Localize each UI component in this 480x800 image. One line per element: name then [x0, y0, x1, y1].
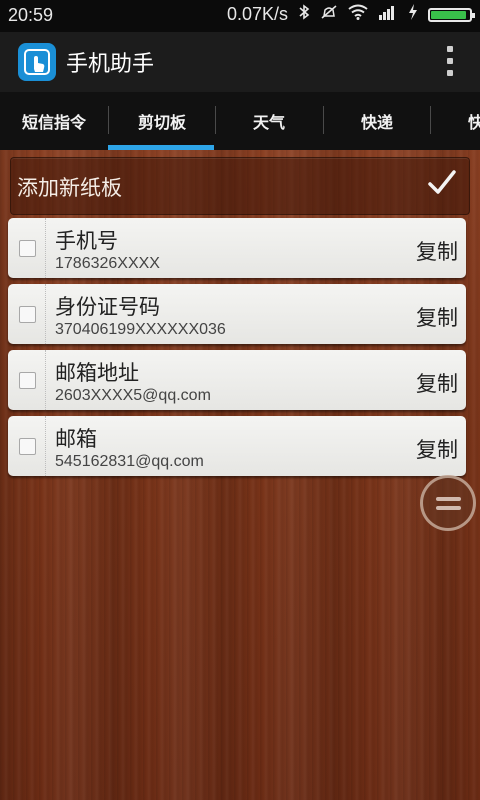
clip-title: 邮箱地址 — [55, 361, 139, 385]
clip-value: 545162831@qq.com — [55, 453, 204, 470]
wifi-icon — [348, 4, 368, 25]
copy-button[interactable]: 复制 — [416, 236, 458, 266]
clip-divider — [45, 416, 46, 476]
clip-checkbox[interactable] — [19, 438, 36, 455]
tab-sms-commands[interactable]: 短信指令 — [0, 92, 108, 150]
clip-card[interactable]: 手机号 1786326XXXX 复制 — [8, 218, 466, 278]
clip-title: 邮箱 — [55, 427, 97, 451]
mute-icon — [320, 4, 338, 25]
menu-line-icon — [436, 497, 461, 501]
clip-card[interactable]: 邮箱地址 2603XXXX5@qq.com 复制 — [8, 350, 466, 410]
add-clipboard-label: 添加新纸板 — [17, 176, 122, 200]
charging-icon — [408, 4, 418, 25]
clip-divider — [45, 218, 46, 278]
app-title: 手机助手 — [66, 52, 155, 77]
tab-weather[interactable]: 天气 — [215, 92, 323, 150]
floating-menu-button[interactable] — [420, 475, 476, 531]
clip-title: 手机号 — [55, 229, 118, 253]
tab-bar: 短信指令 剪切板 天气 快递 快递 — [0, 92, 480, 150]
clip-value: 2603XXXX5@qq.com — [55, 387, 211, 404]
clip-checkbox[interactable] — [19, 306, 36, 323]
overflow-menu-icon[interactable] — [446, 46, 454, 76]
clip-card[interactable]: 身份证号码 370406199XXXXXX036 复制 — [8, 284, 466, 344]
signal-icon — [378, 4, 398, 25]
battery-icon — [428, 7, 475, 22]
clip-divider — [45, 350, 46, 410]
tab-express-more[interactable]: 快递 — [430, 92, 480, 150]
app-bar: 手机助手 — [0, 32, 480, 92]
clip-title: 身份证号码 — [55, 295, 160, 319]
clip-checkbox[interactable] — [19, 240, 36, 257]
add-clipboard-bar[interactable]: 添加新纸板 — [10, 157, 470, 215]
app-logo-icon — [18, 43, 56, 81]
status-bar: 20:59 0.07K/s — [0, 0, 480, 32]
tab-clipboard[interactable]: 剪切板 — [108, 92, 216, 150]
clip-divider — [45, 284, 46, 344]
copy-button[interactable]: 复制 — [416, 302, 458, 332]
menu-line-icon — [436, 506, 461, 510]
check-icon[interactable] — [427, 168, 457, 198]
clip-card[interactable]: 邮箱 545162831@qq.com 复制 — [8, 416, 466, 476]
tab-express[interactable]: 快递 — [323, 92, 431, 150]
status-icons: 0.07K/s — [226, 4, 475, 25]
copy-button[interactable]: 复制 — [416, 434, 458, 464]
clip-checkbox[interactable] — [19, 372, 36, 389]
copy-button[interactable]: 复制 — [416, 368, 458, 398]
clip-value: 1786326XXXX — [55, 255, 160, 272]
status-time: 20:59 — [8, 5, 54, 25]
clip-value: 370406199XXXXXX036 — [55, 321, 226, 338]
battery-fill — [431, 10, 466, 19]
network-speed: 0.07K/s — [226, 4, 288, 24]
bluetooth-icon — [298, 4, 310, 25]
